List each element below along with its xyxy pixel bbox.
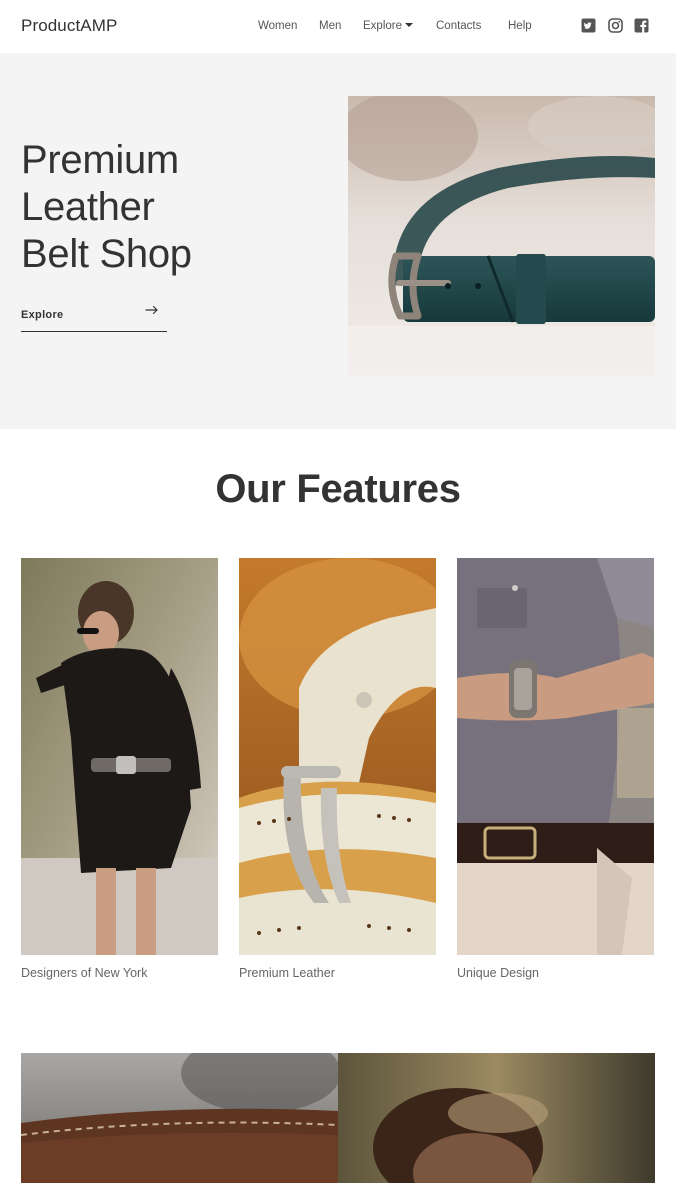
- hero-explore-link[interactable]: Explore: [21, 303, 167, 332]
- caret-down-icon: [405, 23, 413, 27]
- feature-caption: Premium Leather: [239, 966, 335, 980]
- feature-card[interactable]: Unique Design: [457, 558, 654, 980]
- feature-card[interactable]: Premium Leather: [239, 558, 436, 980]
- gallery-image-leather-stitch[interactable]: [21, 1053, 338, 1183]
- hero-explore-label: Explore: [21, 309, 64, 321]
- nav-item-women[interactable]: Women: [258, 20, 297, 32]
- nav-item-contacts[interactable]: Contacts: [436, 20, 481, 32]
- arrow-right-icon: [145, 303, 159, 317]
- hero-section: Premium Leather Belt Shop Explore: [0, 53, 676, 429]
- instagram-icon[interactable]: [608, 18, 623, 33]
- facebook-icon[interactable]: [634, 18, 649, 33]
- hero-belt-image: [348, 96, 655, 376]
- feature-caption: Designers of New York: [21, 966, 148, 980]
- feature-card[interactable]: Designers of New York: [21, 558, 218, 980]
- feature-image-man[interactable]: [457, 558, 654, 955]
- hero-title-line: Leather: [21, 185, 155, 229]
- hero-title-line: Premium: [21, 138, 179, 182]
- hero-title: Premium Leather Belt Shop: [21, 137, 281, 278]
- main-nav: Women Men Explore Contacts Help: [0, 20, 676, 34]
- nav-item-explore[interactable]: Explore: [363, 20, 413, 32]
- site-header: ProductAMP Women Men Explore Contacts He…: [0, 0, 676, 53]
- nav-item-explore-label: Explore: [363, 20, 402, 32]
- nav-item-men[interactable]: Men: [319, 20, 341, 32]
- nav-item-help[interactable]: Help: [508, 20, 532, 32]
- hero-title-line: Belt Shop: [21, 232, 192, 276]
- feature-image-woman[interactable]: [21, 558, 218, 955]
- twitter-icon[interactable]: [581, 18, 596, 33]
- features-title: Our Features: [215, 467, 461, 511]
- gallery-section: [21, 1053, 655, 1183]
- feature-caption: Unique Design: [457, 966, 539, 980]
- gallery-image-woman-portrait[interactable]: [338, 1053, 655, 1183]
- feature-image-leather-belt[interactable]: [239, 558, 436, 955]
